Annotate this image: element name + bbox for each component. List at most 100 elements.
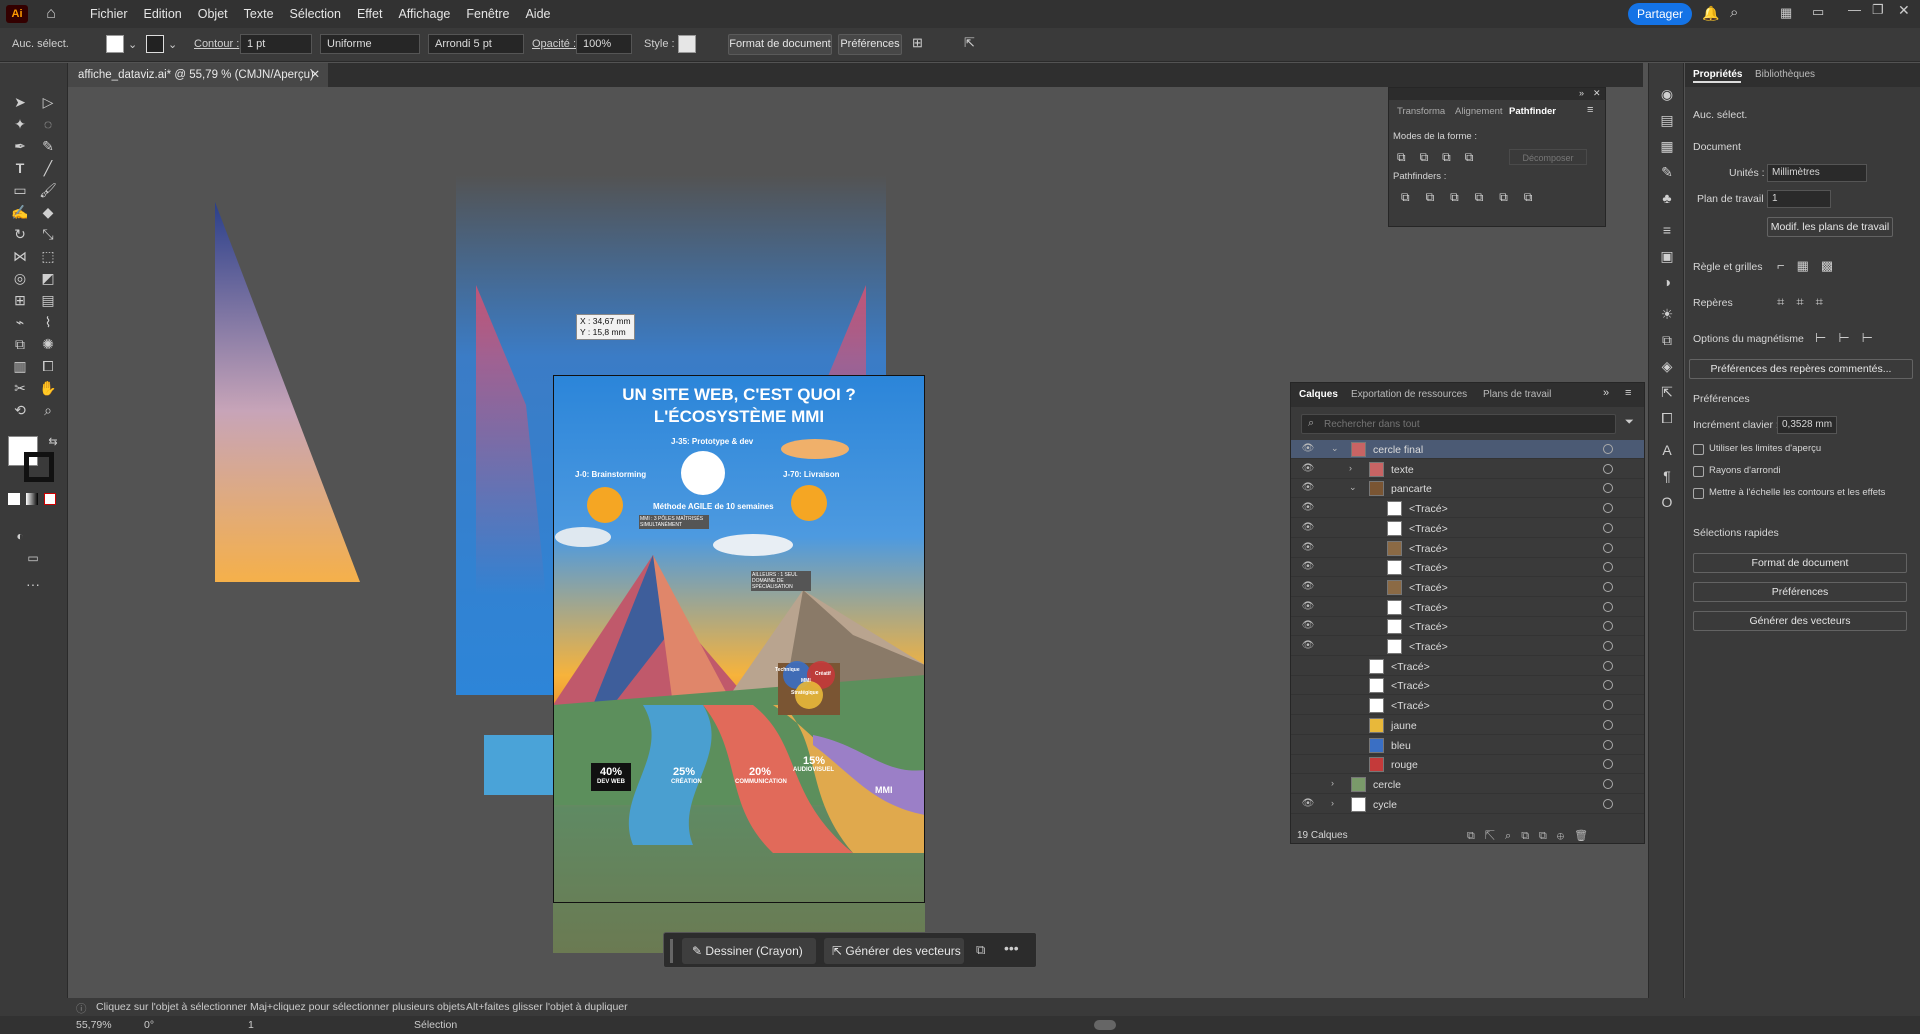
tab-properties[interactable]: Propriétés (1693, 69, 1742, 80)
opacity-input[interactable]: 100% (576, 34, 632, 54)
menu-item-2[interactable]: Objet (198, 7, 228, 21)
keyboard-increment-input[interactable]: 0,3528 mm (1777, 416, 1837, 434)
menu-item-5[interactable]: Effet (357, 7, 382, 21)
layer-row[interactable]: 👁 <Tracé> (1291, 637, 1644, 656)
layer-row[interactable]: <Tracé> (1291, 676, 1644, 696)
close-icon[interactable]: ✕ (1593, 88, 1601, 99)
shape-builder-tool-icon[interactable]: ◎ (9, 267, 31, 289)
layer-row[interactable]: 👁 <Tracé> (1291, 539, 1644, 558)
document-tab[interactable]: affiche_dataviz.ai* @ 55,79 % (CMJN/Aper… (68, 63, 328, 87)
visibility-eye-icon[interactable] (1301, 778, 1315, 790)
paintbrush-tool-icon[interactable]: 🖌 (37, 179, 59, 201)
fill-swatch[interactable] (106, 35, 124, 53)
asset-export-icon[interactable]: ⇱ (1656, 381, 1678, 403)
smart-guides-prefs-button[interactable]: Préférences des repères commentés... (1689, 359, 1913, 379)
visibility-eye-icon[interactable]: 👁 (1301, 798, 1315, 810)
zoom-tool-icon[interactable]: ⌕ (37, 399, 59, 421)
layers-icon[interactable]: ◈ (1656, 355, 1678, 377)
color-mode-icon[interactable] (8, 493, 20, 505)
snap-icons[interactable]: ⊢⊢⊢ (1815, 330, 1885, 346)
target-circle-icon[interactable] (1603, 463, 1613, 474)
visibility-eye-icon[interactable] (1301, 679, 1315, 691)
target-circle-icon[interactable] (1603, 798, 1613, 809)
artboard-tool-icon[interactable]: ⧠ (37, 355, 59, 377)
visibility-eye-icon[interactable]: 👁 (1301, 581, 1315, 593)
visibility-eye-icon[interactable] (1301, 660, 1315, 672)
visibility-eye-icon[interactable]: 👁 (1301, 561, 1315, 573)
target-circle-icon[interactable] (1603, 601, 1613, 612)
layer-row[interactable]: 👁 <Tracé> (1291, 578, 1644, 597)
magic-wand-tool-icon[interactable]: ✦ (9, 113, 31, 135)
target-circle-icon[interactable] (1603, 680, 1613, 691)
perspective-grid-tool-icon[interactable]: ◩ (37, 267, 59, 289)
layers-search[interactable]: ⌕ (1301, 414, 1616, 434)
export-icon[interactable]: ⇱ (964, 35, 975, 51)
collapse-icon[interactable]: » (1579, 88, 1584, 98)
target-circle-icon[interactable] (1603, 739, 1613, 750)
curvature-tool-icon[interactable]: ✎ (37, 135, 59, 157)
menu-item-1[interactable]: Edition (144, 7, 182, 21)
libraries-icon[interactable]: ▤ (1656, 109, 1678, 131)
line-tool-icon[interactable]: ╱ (37, 157, 59, 179)
hand-tool-icon[interactable]: ✋ (37, 377, 59, 399)
home-icon[interactable]: ⌂ (42, 5, 60, 23)
close-icon[interactable]: ✕ (1898, 2, 1910, 19)
layer-row[interactable]: › cercle (1291, 775, 1644, 794)
screen-mode-icon[interactable]: ▭ (22, 547, 44, 569)
maximize-icon[interactable]: ❐ (1872, 2, 1884, 18)
eyedropper-tool-icon[interactable]: ⌁ (9, 311, 31, 333)
expand-button[interactable]: Décomposer (1509, 149, 1587, 165)
layer-row[interactable]: 👁 <Tracé> (1291, 558, 1644, 578)
target-circle-icon[interactable] (1603, 503, 1613, 514)
draw-mode-icon[interactable]: ◐ (9, 525, 31, 547)
visibility-eye-icon[interactable] (1301, 758, 1315, 770)
rotate-tool-icon[interactable]: ↻ (9, 223, 31, 245)
generate-vectors-button[interactable]: ⇱ Générer des vecteurs (824, 938, 964, 964)
zoom-level[interactable]: 55,79% (76, 1019, 112, 1031)
gradient-mode-icon[interactable] (26, 493, 38, 505)
expand-chevron-icon[interactable]: › (1331, 798, 1334, 808)
symbol-sprayer-tool-icon[interactable]: ✺ (37, 333, 59, 355)
expand-chevron-icon[interactable]: › (1331, 778, 1334, 788)
graph-tool-icon[interactable]: ▥ (9, 355, 31, 377)
artboard-select[interactable]: 1 (1767, 190, 1831, 208)
character-icon[interactable]: A (1656, 439, 1678, 461)
status-mode[interactable]: Sélection (414, 1019, 457, 1031)
tab-artboards[interactable]: Plans de travail (1483, 389, 1551, 400)
artboard-number[interactable]: 1 (248, 1019, 254, 1031)
visibility-eye-icon[interactable]: 👁 (1301, 601, 1315, 613)
scale-tool-icon[interactable]: ⤡ (37, 223, 59, 245)
transparency-icon[interactable]: ◑ (1656, 271, 1678, 293)
mesh-tool-icon[interactable]: ⊞ (9, 289, 31, 311)
menu-item-7[interactable]: Fenêtre (466, 7, 509, 21)
pathfinder-icons[interactable]: ⧉⧉⧉⧉⧉⧉ (1401, 190, 1548, 205)
preview-bounds-checkbox[interactable] (1693, 444, 1704, 455)
visibility-eye-icon[interactable]: 👁 (1301, 640, 1315, 652)
rotate-view-tool-icon[interactable]: ⟲ (9, 399, 31, 421)
brushes-icon[interactable]: ✎ (1656, 161, 1678, 183)
visibility-eye-icon[interactable]: 👁 (1301, 542, 1315, 554)
shape-mode-icons[interactable]: ⧉⧉⧉⧉ (1397, 150, 1487, 165)
tab-libraries[interactable]: Bibliothèques (1755, 69, 1815, 80)
filter-icon[interactable]: ⏷ (1625, 416, 1634, 429)
visibility-eye-icon[interactable]: 👁 (1301, 620, 1315, 632)
gradient-icon[interactable]: ▣ (1656, 245, 1678, 267)
expand-chevron-icon[interactable]: ⌄ (1331, 443, 1339, 454)
tab-pathfinder[interactable]: Pathfinder (1509, 106, 1556, 117)
variable-width-profile[interactable]: Uniforme (320, 34, 420, 54)
menu-item-6[interactable]: Affichage (398, 7, 450, 21)
layer-row[interactable]: 👁 <Tracé> (1291, 598, 1644, 617)
draw-pencil-button[interactable]: ✎ Dessiner (Crayon) (682, 938, 816, 964)
width-tool-icon[interactable]: ⋈ (9, 245, 31, 267)
tab-transform[interactable]: Transforma (1397, 106, 1445, 117)
menu-item-4[interactable]: Sélection (290, 7, 341, 21)
measure-tool-icon[interactable]: ⌇ (37, 311, 59, 333)
visibility-eye-icon[interactable] (1301, 699, 1315, 711)
shaper-tool-icon[interactable]: ✍ (9, 201, 31, 223)
layer-row[interactable]: 👁 <Tracé> (1291, 617, 1644, 637)
artboards-icon[interactable]: ⧠ (1656, 407, 1678, 429)
target-circle-icon[interactable] (1603, 759, 1613, 770)
opentype-icon[interactable]: O (1656, 491, 1678, 513)
swap-colors-icon[interactable]: ⇆ (42, 431, 64, 453)
gradient-triangle-shape[interactable] (215, 202, 375, 592)
